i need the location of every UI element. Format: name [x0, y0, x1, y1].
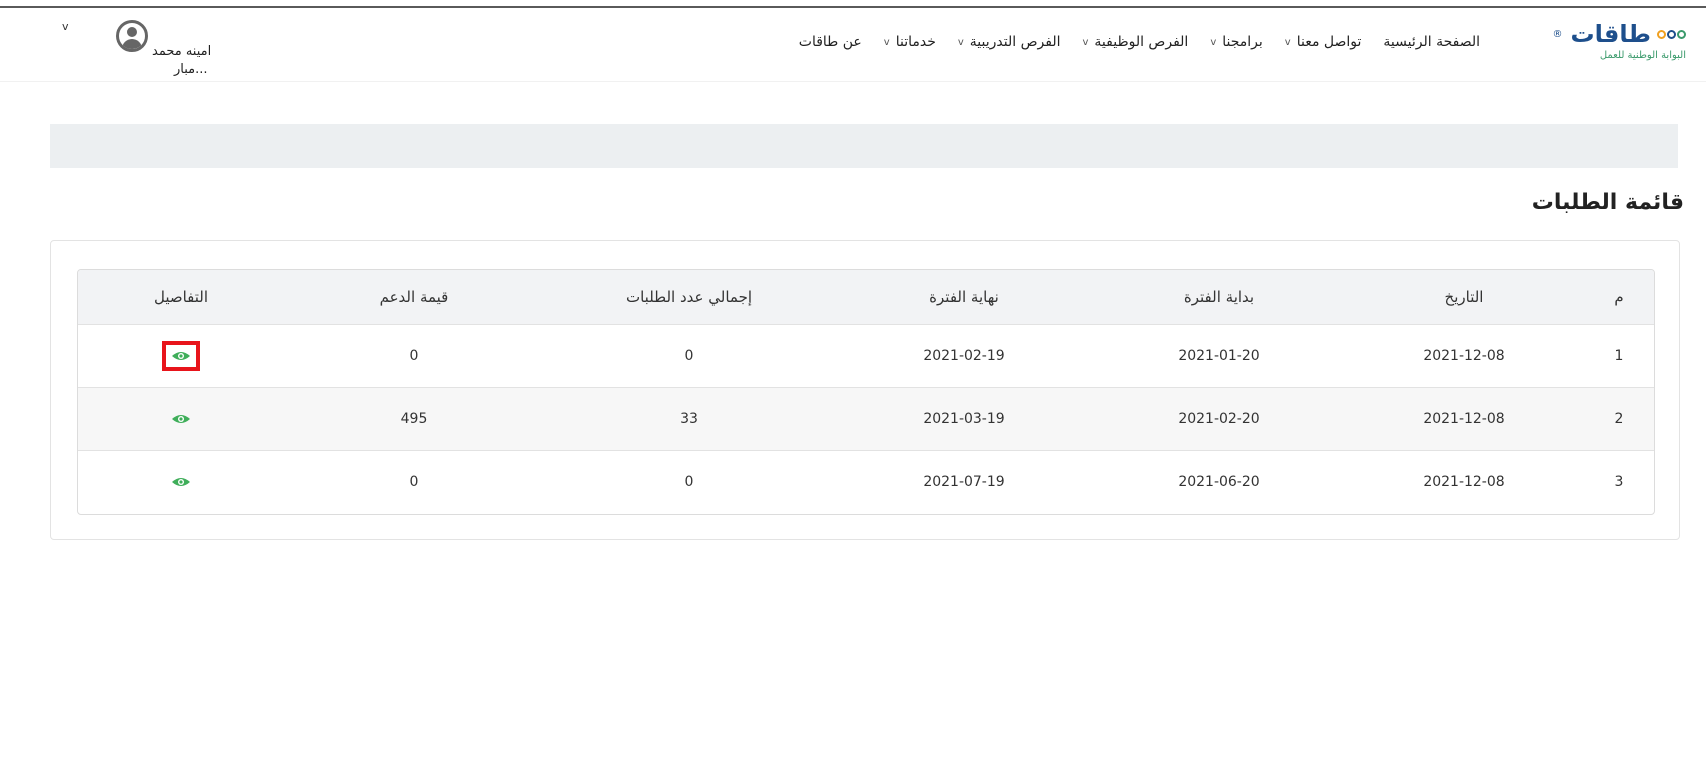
chevron-down-icon: v	[1082, 36, 1089, 48]
chevron-down-icon: v	[1210, 36, 1217, 48]
cell-details	[78, 386, 284, 450]
eye-icon	[172, 351, 190, 360]
requests-card: م التاريخ بداية الفترة نهاية الفترة إجما…	[50, 240, 1680, 540]
nav-item-training[interactable]: الفرص التدريبية v	[958, 34, 1061, 50]
view-details-button[interactable]	[162, 340, 200, 371]
cell-total: 0	[544, 323, 834, 387]
logo-subtitle: البوابة الوطنية للعمل	[1599, 50, 1686, 61]
cell-start: 2021-06-20	[1094, 449, 1344, 513]
cell-index: 1	[1584, 323, 1654, 387]
chevron-down-icon: v	[1284, 36, 1291, 48]
chevron-down-icon[interactable]: v	[62, 20, 69, 33]
cell-value: 0	[284, 449, 544, 513]
user-menu[interactable]: v امينه محمد ...مبار	[62, 16, 242, 82]
cell-end: 2021-07-19	[834, 449, 1094, 513]
nav-item-programs[interactable]: برامجنا v	[1210, 34, 1262, 50]
view-details-button[interactable]	[162, 404, 200, 434]
cell-end: 2021-02-19	[834, 323, 1094, 387]
registered-mark: ®	[1552, 28, 1563, 40]
page-title: قائمة الطلبات	[1531, 190, 1684, 215]
chevron-down-icon: v	[957, 36, 964, 48]
table-row: 1 2021-12-08 2021-01-20 2021-02-19 0 0	[78, 323, 1654, 387]
table-row: 3 2021-12-08 2021-06-20 2021-07-19 0 0	[78, 449, 1654, 513]
user-name: امينه محمد	[152, 44, 212, 59]
chevron-down-icon: v	[883, 36, 890, 48]
col-header-value: قيمة الدعم	[284, 270, 544, 324]
cell-date: 2021-12-08	[1344, 449, 1584, 513]
avatar-icon	[116, 20, 148, 52]
cell-date: 2021-12-08	[1344, 323, 1584, 387]
breadcrumb-bar	[50, 124, 1678, 168]
table-row: 2 2021-12-08 2021-02-20 2021-03-19 33 49…	[78, 386, 1654, 450]
col-header-end: نهاية الفترة	[834, 270, 1094, 324]
cell-details	[78, 449, 284, 513]
taqat-logo[interactable]: طاقات ® البوابة الوطنية للعمل	[1516, 20, 1686, 64]
cell-total: 33	[544, 386, 834, 450]
cell-details	[78, 323, 284, 387]
nav-item-contact[interactable]: تواصل معنا v	[1285, 34, 1362, 50]
cell-end: 2021-03-19	[834, 386, 1094, 450]
cell-date: 2021-12-08	[1344, 386, 1584, 450]
site-header: طاقات ® البوابة الوطنية للعمل الصفحة الر…	[0, 8, 1706, 82]
requests-table: م التاريخ بداية الفترة نهاية الفترة إجما…	[78, 270, 1654, 513]
table-header-row: م التاريخ بداية الفترة نهاية الفترة إجما…	[78, 270, 1654, 324]
people-logo-icon	[1657, 29, 1686, 39]
user-subtitle: ...مبار	[174, 62, 208, 77]
eye-icon	[172, 477, 190, 486]
cell-index: 2	[1584, 386, 1654, 450]
col-header-date: التاريخ	[1344, 270, 1584, 324]
cell-value: 495	[284, 386, 544, 450]
col-header-index: م	[1584, 270, 1654, 324]
logo-name: طاقات	[1570, 20, 1651, 48]
col-header-start: بداية الفترة	[1094, 270, 1344, 324]
cell-value: 0	[284, 323, 544, 387]
nav-item-jobs[interactable]: الفرص الوظيفية v	[1082, 34, 1188, 50]
main-nav: الصفحة الرئيسية تواصل معنا v برامجنا v الف…	[799, 34, 1480, 50]
nav-item-home[interactable]: الصفحة الرئيسية	[1383, 34, 1480, 50]
view-details-button[interactable]	[162, 467, 200, 497]
nav-item-services[interactable]: خدماتنا v	[884, 34, 936, 50]
requests-table-wrap: م التاريخ بداية الفترة نهاية الفترة إجما…	[77, 269, 1655, 515]
nav-item-about[interactable]: عن طاقات	[799, 34, 862, 50]
cell-total: 0	[544, 449, 834, 513]
col-header-details: التفاصيل	[78, 270, 284, 324]
cell-start: 2021-02-20	[1094, 386, 1344, 450]
cell-index: 3	[1584, 449, 1654, 513]
col-header-total: إجمالي عدد الطلبات	[544, 270, 834, 324]
cell-start: 2021-01-20	[1094, 323, 1344, 387]
eye-icon	[172, 414, 190, 423]
